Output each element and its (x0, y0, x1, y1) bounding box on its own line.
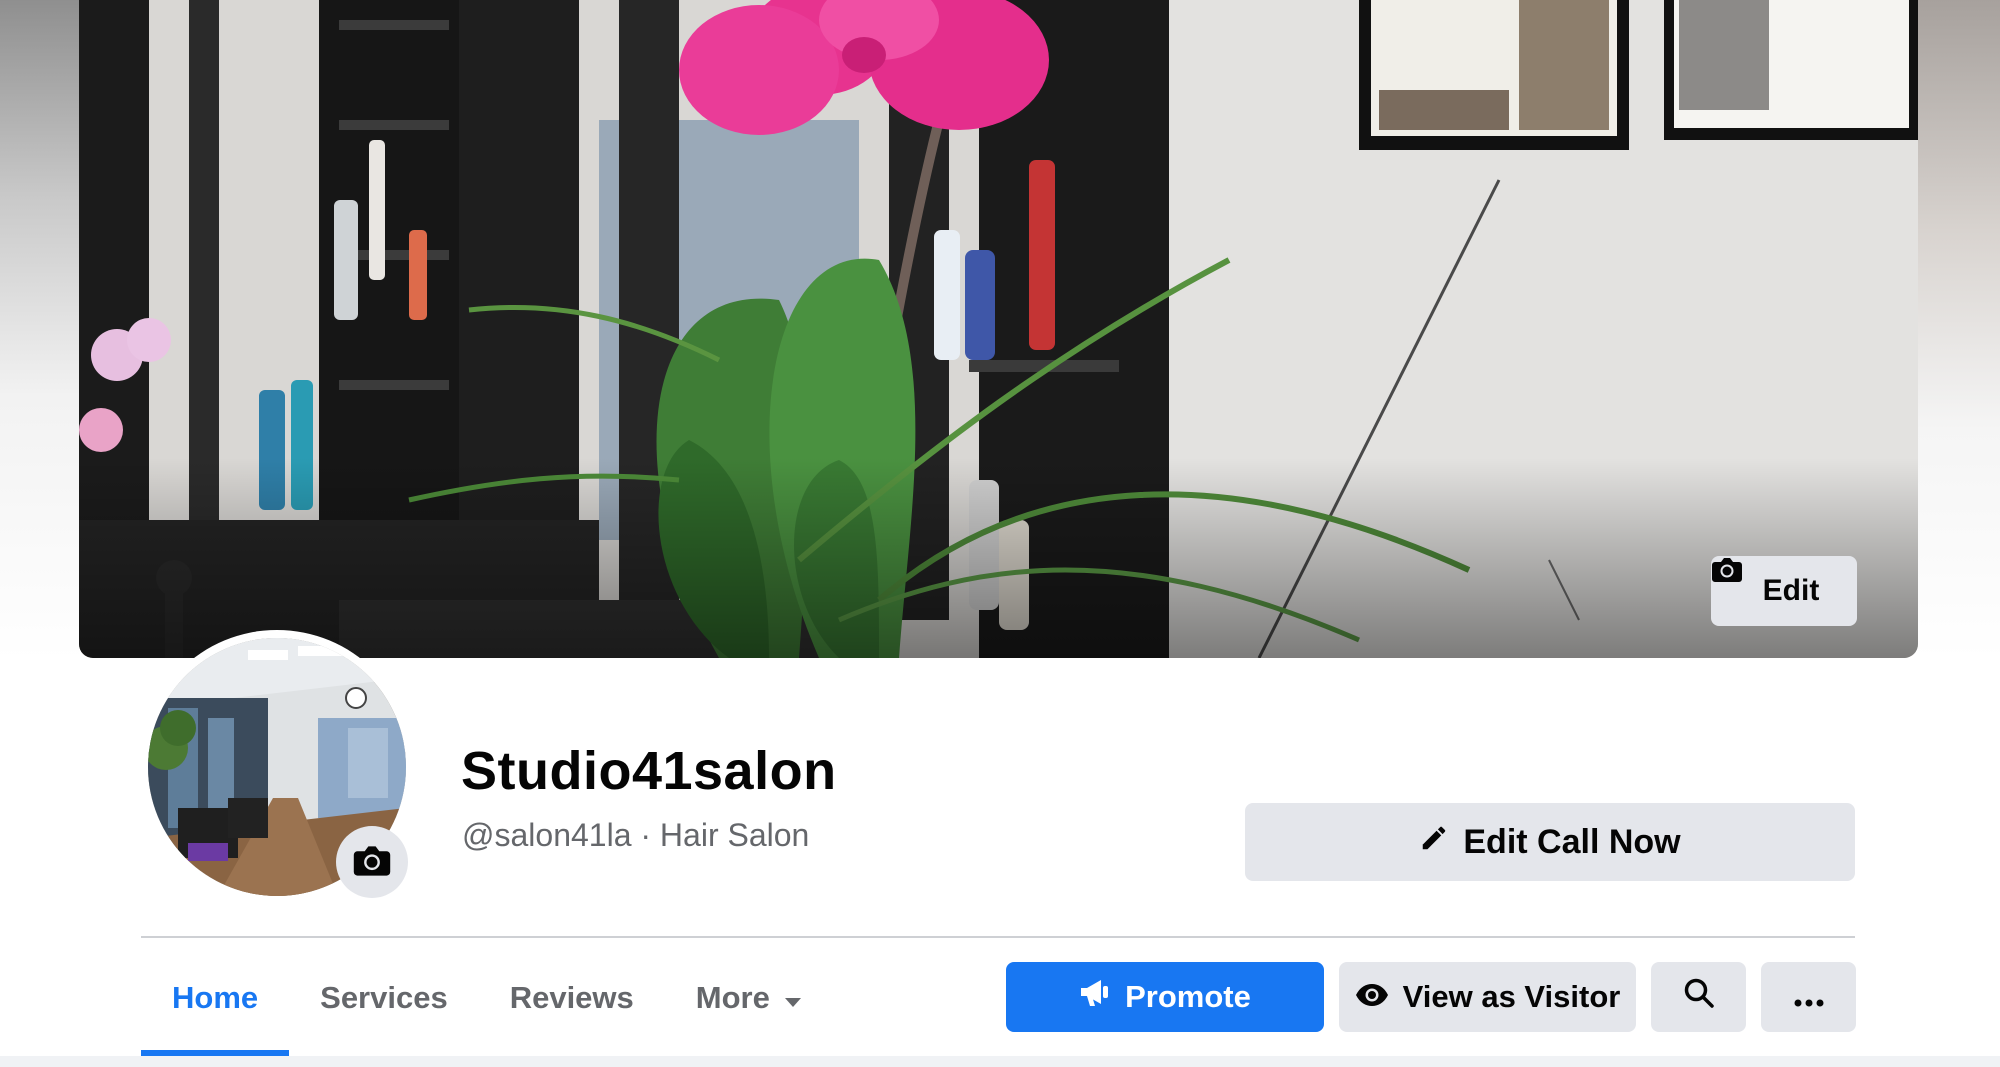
promote-label: Promote (1125, 979, 1251, 1014)
page-tabs: Home Services Reviews More (141, 940, 833, 1056)
update-profile-picture-button[interactable] (336, 826, 408, 898)
megaphone-icon (1079, 978, 1111, 1016)
page-title: Studio41salon (461, 741, 837, 801)
cover-shade (79, 458, 1918, 658)
more-options-button[interactable] (1761, 962, 1856, 1032)
promote-button[interactable]: Promote (1006, 962, 1324, 1032)
divider (141, 936, 1855, 938)
edit-call-now-button[interactable]: Edit Call Now (1245, 803, 1855, 881)
eye-icon (1355, 979, 1389, 1015)
page-background-left (0, 0, 79, 660)
tab-reviews[interactable]: Reviews (479, 940, 665, 1056)
tab-more[interactable]: More (665, 940, 833, 1056)
tab-more-label: More (695, 980, 770, 1015)
view-as-visitor-button[interactable]: View as Visitor (1339, 962, 1636, 1032)
cover-photo: Edit (79, 0, 1918, 658)
page-subtitle: @salon41la · Hair Salon (462, 817, 810, 853)
ellipsis-icon (1794, 979, 1824, 1015)
search-button[interactable] (1651, 962, 1746, 1032)
edit-cover-button[interactable]: Edit (1711, 556, 1857, 626)
tab-services[interactable]: Services (289, 940, 479, 1056)
view-as-visitor-label: View as Visitor (1402, 979, 1621, 1014)
feed-background-strip (0, 1056, 2000, 1067)
tab-home-label: Home (172, 980, 259, 1015)
tab-home[interactable]: Home (141, 940, 290, 1056)
profile-picture-frame (140, 630, 414, 904)
caret-down-icon (784, 980, 802, 1016)
page-background-right (1918, 0, 2000, 660)
tab-reviews-label: Reviews (509, 980, 634, 1015)
camera-icon (352, 844, 392, 881)
edit-call-now-label: Edit Call Now (1463, 822, 1681, 861)
tab-services-label: Services (320, 980, 448, 1015)
pencil-icon (1419, 823, 1449, 862)
search-icon (1683, 977, 1715, 1017)
edit-cover-label: Edit (1762, 574, 1820, 607)
